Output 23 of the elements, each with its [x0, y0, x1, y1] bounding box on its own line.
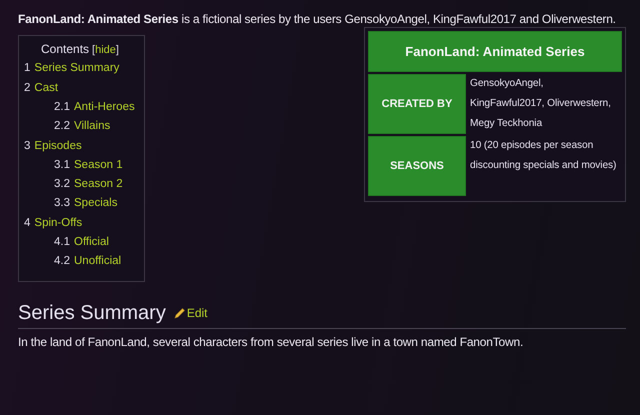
- infobox-label: CREATED BY: [368, 74, 466, 134]
- section-heading: Series Summary: [18, 302, 166, 325]
- toc-link[interactable]: 1 Series Summary: [24, 61, 120, 76]
- infobox-title: FanonLand: Animated Series: [368, 31, 622, 72]
- section-paragraph: In the land of FanonLand, several characters from several series live in a town named FanonTown.: [18, 334, 524, 350]
- contents-title: Contents: [41, 42, 90, 56]
- toc-link[interactable]: 4 Spin-Offs: [24, 216, 82, 231]
- toc-link[interactable]: 3.1 Season 1: [54, 158, 123, 173]
- infobox-value: 10 (20 episodes per season discounting specials and movies): [469, 139, 618, 173]
- toc-link[interactable]: 2 Cast: [24, 81, 58, 96]
- toc-link[interactable]: 2.1 Anti-Heroes: [54, 100, 135, 115]
- infobox-value: GensokyoAngel, KingFawful2017, Oliverwestern, Megy Teckhonia: [469, 77, 612, 131]
- toc-link[interactable]: 3 Episodes: [24, 139, 82, 154]
- toc-link[interactable]: 4.2 Unofficial: [54, 254, 122, 269]
- toc-link[interactable]: 4.1 Official: [54, 235, 109, 250]
- edit-link[interactable]: Edit: [174, 306, 208, 320]
- toc-link[interactable]: 3.3 Specials: [54, 196, 118, 211]
- intro-paragraph: FanonLand: Animated Series is a fictional series by the users GensokyoAngel, KingFawful2017 and Oliverwestern.: [18, 11, 616, 27]
- pencil-icon: [174, 307, 186, 319]
- toc-link[interactable]: 2.2 Villains: [54, 119, 110, 134]
- toc-link[interactable]: 3.2 Season 2: [54, 177, 123, 192]
- hide-link[interactable]: [hide]: [92, 44, 119, 56]
- infobox-label: SEASONS: [368, 136, 466, 196]
